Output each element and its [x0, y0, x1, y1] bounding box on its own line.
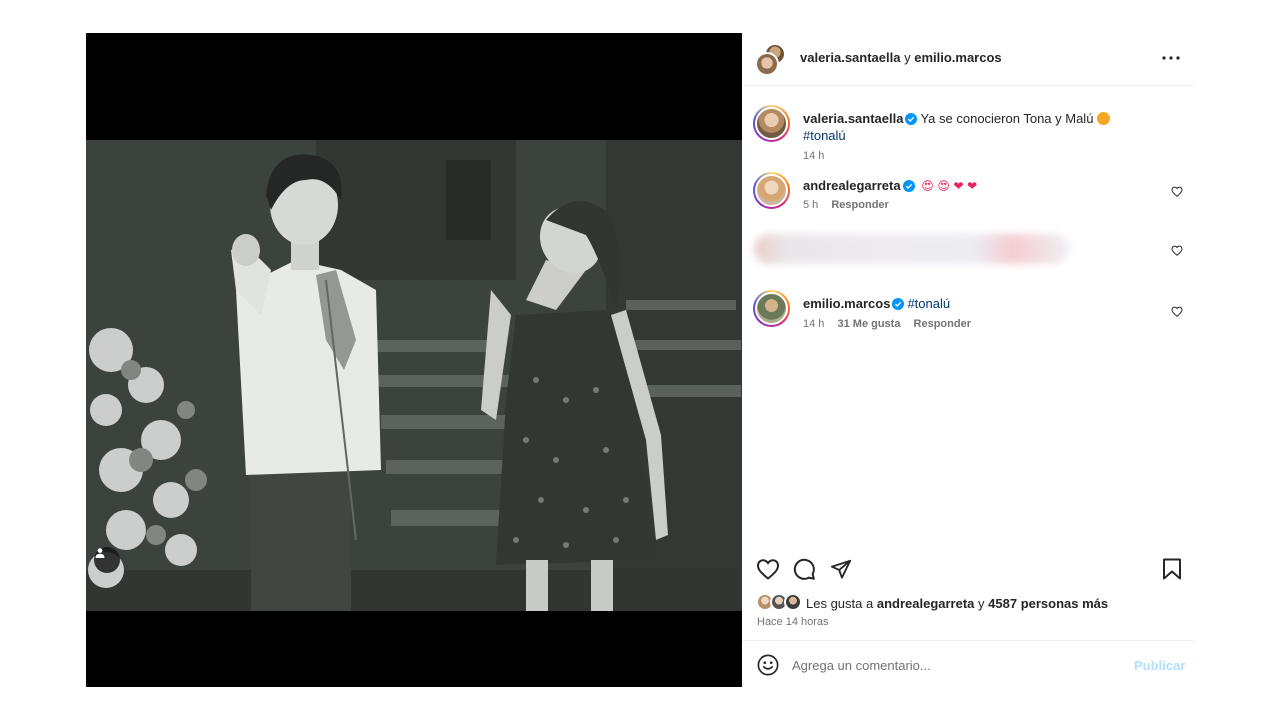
- likes-prefix: Les gusta a: [806, 596, 874, 611]
- smiley-icon: [757, 654, 779, 676]
- comment-meta: 5 h Responder: [803, 199, 899, 211]
- avatar[interactable]: [753, 105, 790, 142]
- likes-conjunction: y: [978, 596, 985, 611]
- comment-meta: 14 h: [803, 150, 834, 162]
- post-authors: valeria.santaella y emilio.marcos: [800, 50, 1002, 65]
- comment-likes[interactable]: 31 Me gusta: [837, 318, 900, 330]
- emoji-icon: 😍: [937, 179, 950, 193]
- comment-input[interactable]: [792, 653, 1112, 677]
- hidden-comment: [742, 234, 1194, 270]
- comment-username[interactable]: andrealegarreta: [803, 178, 901, 193]
- tagged-people-button[interactable]: [94, 547, 120, 573]
- caption: valeria.santaella Ya se conocieron Tona y…: [742, 96, 1194, 162]
- likes-count[interactable]: 4587 personas más: [988, 596, 1108, 611]
- comment-like-button[interactable]: [1170, 304, 1184, 318]
- likes-text[interactable]: Les gusta a andrealegarreta y 4587 perso…: [806, 596, 1108, 611]
- heart-icon: [1171, 245, 1183, 256]
- post-header: valeria.santaella y emilio.marcos: [742, 33, 1194, 86]
- reply-button[interactable]: Responder: [831, 199, 888, 211]
- post-time[interactable]: Hace 14 horas: [757, 616, 829, 628]
- publish-button[interactable]: Publicar: [1134, 658, 1185, 673]
- comment-meta: 14 h 31 Me gusta Responder: [803, 318, 981, 330]
- verified-badge-icon: [905, 113, 918, 125]
- comment-like-button[interactable]: [1170, 184, 1184, 198]
- author-link[interactable]: emilio.marcos: [914, 50, 1001, 65]
- avatar[interactable]: [753, 172, 790, 209]
- caption-text: Ya se conocieron Tona y Malú: [920, 111, 1094, 126]
- bookmark-icon: [1163, 558, 1181, 580]
- comment-icon: [793, 558, 815, 580]
- heart-icon: [1171, 306, 1183, 317]
- emoji-icon: [1097, 112, 1111, 125]
- post-actions: [742, 555, 1194, 585]
- comment-item: emilio.marcos #tonalú 14 h 31 Me gusta Re…: [742, 290, 1194, 330]
- comments-list: valeria.santaella Ya se conocieron Tona y…: [742, 86, 1194, 546]
- more-options-button[interactable]: [1160, 47, 1182, 69]
- reply-button[interactable]: Responder: [914, 318, 971, 330]
- author-conjunction: y: [904, 50, 911, 65]
- author-link[interactable]: valeria.santaella: [800, 50, 900, 65]
- heart-icon: [756, 559, 780, 580]
- avatar[interactable]: [753, 290, 790, 327]
- post-photo[interactable]: [86, 140, 742, 611]
- share-button[interactable]: [827, 555, 855, 583]
- verified-badge-icon: [892, 298, 905, 310]
- emoji-picker-button[interactable]: [756, 653, 780, 677]
- hashtag-link[interactable]: #tonalú: [907, 296, 950, 311]
- hashtag-link[interactable]: #tonalú: [803, 127, 846, 144]
- comment-time[interactable]: 5 h: [803, 199, 818, 211]
- post-photo-illustration: [86, 140, 742, 611]
- comment-button[interactable]: [790, 555, 818, 583]
- share-icon: [830, 559, 852, 579]
- collab-avatars[interactable]: [755, 43, 787, 76]
- post-media[interactable]: [86, 33, 742, 687]
- heart-icon: [1171, 186, 1183, 197]
- like-button[interactable]: [754, 555, 782, 583]
- comment-time[interactable]: 14 h: [803, 318, 824, 330]
- avatar[interactable]: [784, 593, 802, 611]
- add-comment-bar: Publicar: [742, 640, 1194, 687]
- emoji-icon: 😍: [921, 179, 934, 193]
- more-options-icon: [1162, 56, 1180, 60]
- person-tag-icon: [95, 548, 105, 558]
- avatar[interactable]: [755, 52, 779, 76]
- likes-summary: Les gusta a andrealegarreta y 4587 perso…: [742, 593, 1194, 613]
- comment-username[interactable]: valeria.santaella: [803, 111, 903, 126]
- save-button[interactable]: [1158, 555, 1186, 583]
- comment-username[interactable]: emilio.marcos: [803, 296, 890, 311]
- blurred-comment: [754, 234, 1069, 264]
- verified-badge-icon: [902, 180, 915, 192]
- post-side-panel: valeria.santaella y emilio.marcos valeri…: [742, 33, 1194, 687]
- liker-username[interactable]: andrealegarreta: [877, 596, 975, 611]
- comment-time[interactable]: 14 h: [803, 150, 824, 162]
- emoji-icon: ❤: [967, 179, 978, 193]
- emoji-icon: ❤: [953, 179, 964, 193]
- comment-item: andrealegarreta 😍 😍 ❤ ❤ 5 h Responder: [742, 172, 1194, 212]
- comment-like-button[interactable]: [1170, 243, 1184, 257]
